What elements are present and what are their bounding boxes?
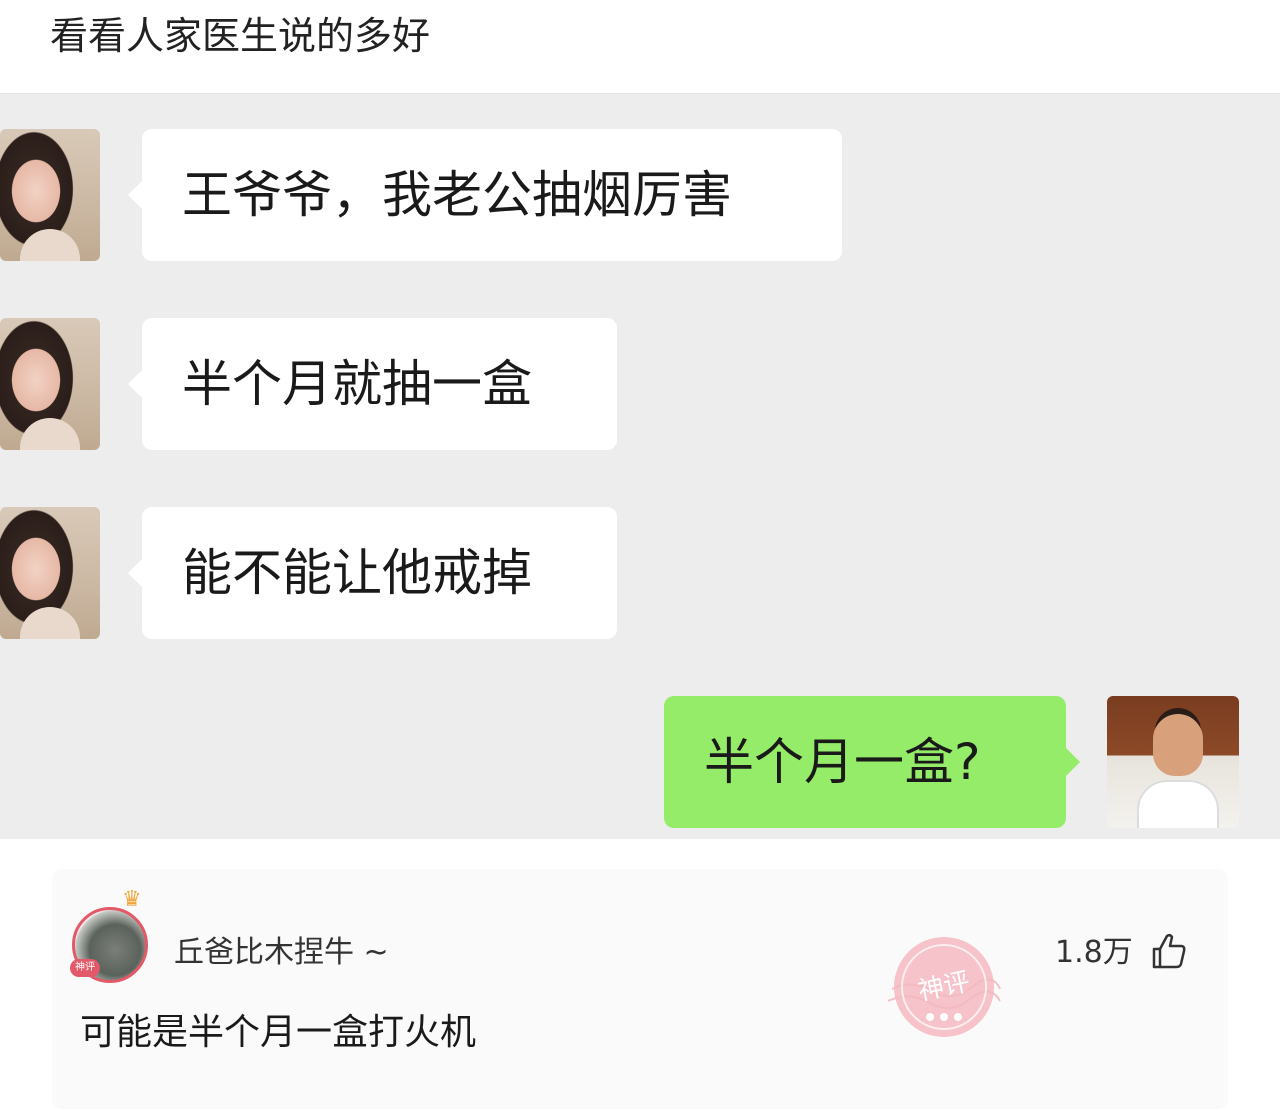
contact-avatar[interactable] bbox=[0, 129, 100, 261]
comment-card: ♛ 神评 丘爸比木捏牛 ~ 神评 1.8万 可能是半个月一盒打火机 bbox=[52, 869, 1228, 1109]
chat-screenshot: 王爷爷，我老公抽烟厉害 半个月就抽一盒 能不能让他戒掉 半个月一盒? bbox=[0, 93, 1280, 839]
post-title: 看看人家医生说的多好 bbox=[50, 14, 431, 58]
stamp-icon: 神评 bbox=[887, 937, 1001, 1037]
message-text: 半个月就抽一盒 bbox=[182, 355, 532, 413]
message-bubble[interactable]: 能不能让他戒掉 bbox=[128, 507, 617, 639]
comment-text: 可能是半个月一盒打火机 bbox=[80, 1012, 477, 1053]
message-text: 能不能让他戒掉 bbox=[182, 544, 532, 602]
avatar-badge: 神评 bbox=[70, 959, 100, 977]
contact-avatar[interactable] bbox=[0, 318, 100, 450]
crown-icon: ♛ bbox=[122, 887, 142, 912]
like-count: 1.8万 bbox=[1055, 935, 1133, 970]
comment-section: ♛ 神评 丘爸比木捏牛 ~ 神评 1.8万 可能是半个月一盒打火机 bbox=[0, 839, 1280, 1118]
message-bubble[interactable]: 王爷爷，我老公抽烟厉害 bbox=[128, 129, 842, 261]
message-text: 半个月一盒? bbox=[704, 733, 981, 791]
thumb-up-icon[interactable] bbox=[1148, 931, 1188, 971]
message-text: 王爷爷，我老公抽烟厉害 bbox=[182, 166, 732, 224]
contact-avatar[interactable] bbox=[0, 507, 100, 639]
message-bubble-self[interactable]: 半个月一盒? bbox=[664, 696, 1080, 828]
self-avatar[interactable] bbox=[1107, 696, 1239, 828]
post-header: 看看人家医生说的多好 bbox=[0, 0, 1280, 92]
message-bubble[interactable]: 半个月就抽一盒 bbox=[128, 318, 617, 450]
commenter-name[interactable]: 丘爸比木捏牛 ~ bbox=[174, 933, 389, 973]
